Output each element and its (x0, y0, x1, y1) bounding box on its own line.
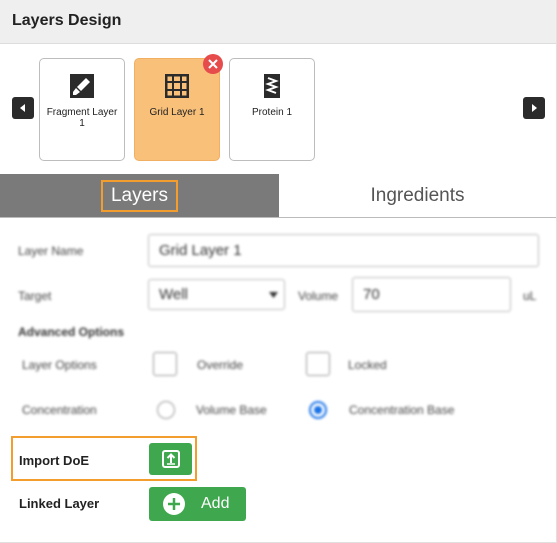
volume-label: Volume (298, 289, 339, 303)
plus-circle-icon (163, 493, 185, 515)
layer-options-label: Layer Options (22, 358, 97, 372)
override-checkbox[interactable] (153, 352, 177, 376)
upload-icon (161, 450, 180, 468)
tab-bar: Layers Ingredients (0, 174, 556, 218)
layer-name-input[interactable]: Grid Layer 1 (148, 234, 539, 267)
concentration-base-label: Concentration Base (349, 403, 455, 417)
layer-card-fragment[interactable]: Fragment Layer 1 (39, 58, 125, 161)
tab-ingredients[interactable]: Ingredients (279, 174, 556, 217)
target-select[interactable]: Well (148, 279, 285, 310)
layer-card-grid[interactable]: Grid Layer 1 (134, 58, 220, 161)
add-linked-layer-button[interactable]: Add (149, 487, 246, 521)
volume-input[interactable]: 70 (352, 277, 511, 312)
grid-icon (165, 74, 189, 98)
close-icon (208, 59, 218, 69)
target-value: Well (159, 286, 188, 303)
protein-icon (264, 74, 280, 98)
layer-card-protein[interactable]: Protein 1 (229, 58, 315, 161)
tab-layers[interactable]: Layers (0, 174, 279, 217)
chevron-down-icon (269, 292, 278, 298)
concentration-base-radio[interactable] (309, 401, 327, 419)
concentration-label: Concentration (22, 403, 97, 417)
panel-header: Layers Design (0, 0, 556, 44)
override-label: Override (197, 358, 244, 372)
layer-name-label: Layer Name (18, 244, 84, 258)
layer-card-label: Protein 1 (251, 107, 293, 118)
volume-base-label: Volume Base (196, 403, 267, 417)
paintbrush-icon (70, 74, 94, 98)
volume-base-radio[interactable] (157, 401, 175, 419)
volume-unit: uL (523, 289, 537, 303)
layers-design-panel: Layers Design Fragment Layer 1 Grid Laye… (0, 0, 557, 543)
caret-left-icon (20, 104, 25, 112)
locked-label: Locked (348, 358, 387, 372)
linked-layer-label: Linked Layer (19, 496, 100, 511)
import-doe-label: Import DoE (19, 453, 90, 468)
remove-layer-button[interactable] (203, 54, 223, 74)
add-button-label: Add (201, 495, 230, 512)
locked-checkbox[interactable] (306, 352, 330, 376)
caret-right-icon (532, 104, 537, 112)
layer-card-label: Fragment Layer 1 (46, 107, 118, 129)
advanced-options-heading: Advanced Options (18, 325, 125, 339)
layer-card-label: Grid Layer 1 (149, 107, 205, 118)
panel-title: Layers Design (12, 12, 122, 29)
scroll-right-button[interactable] (523, 97, 545, 119)
import-doe-button[interactable] (149, 443, 192, 475)
target-label: Target (18, 289, 52, 303)
tab-layers-label: Layers (100, 179, 179, 212)
scroll-left-button[interactable] (12, 97, 34, 119)
